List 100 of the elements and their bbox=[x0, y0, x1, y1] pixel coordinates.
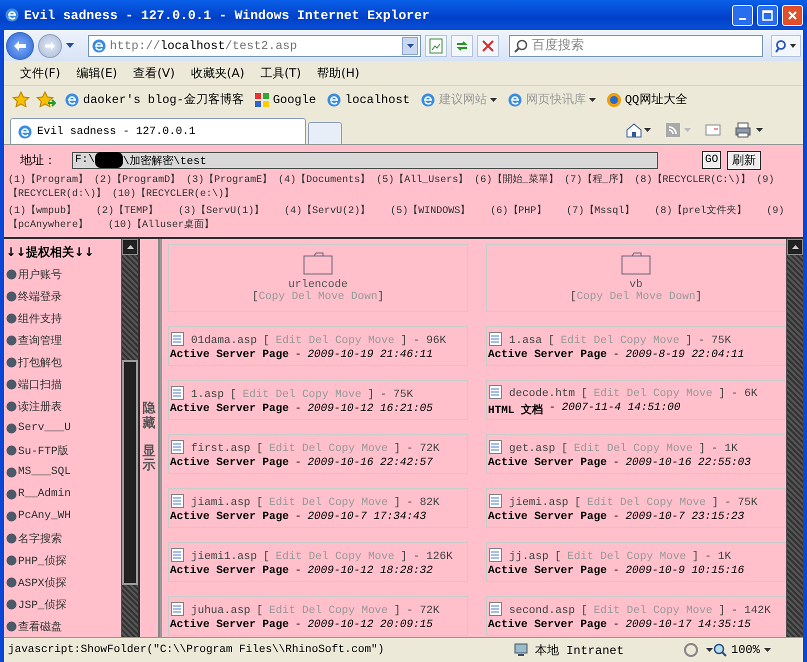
bracket: [ bbox=[581, 605, 588, 617]
scrollbar[interactable] bbox=[786, 239, 803, 637]
link-number: (9) bbox=[756, 175, 774, 186]
sidebar-item[interactable]: PcAny_WH bbox=[6, 505, 121, 527]
menu-item[interactable]: 帮助(H) bbox=[309, 62, 368, 84]
sidebar-item[interactable]: R__Admin bbox=[6, 483, 121, 505]
maximize-button[interactable] bbox=[757, 4, 778, 26]
document-icon bbox=[488, 547, 503, 563]
sidebar-item[interactable]: 终端登录 bbox=[6, 285, 121, 307]
search-field[interactable]: 百度搜索 bbox=[509, 34, 764, 56]
sidebar-item[interactable]: 名字搜索 bbox=[6, 527, 121, 549]
menu-item[interactable]: 编辑(E) bbox=[68, 62, 126, 84]
close-button[interactable] bbox=[782, 4, 803, 26]
scroll-up-button[interactable] bbox=[787, 239, 803, 255]
document-icon bbox=[170, 493, 185, 509]
sidebar-item[interactable]: 端口扫描 bbox=[6, 373, 121, 395]
folder-link[interactable]: 【pcAnywhere】 bbox=[8, 220, 88, 231]
folder-link[interactable]: 【Alluser桌面】 bbox=[132, 220, 214, 231]
sidebar-item[interactable]: MS___SQL bbox=[6, 461, 121, 483]
sidebar-item[interactable]: 查看磁盘 bbox=[6, 615, 121, 637]
folder-name[interactable]: urlencode bbox=[288, 279, 348, 291]
bullet-icon bbox=[6, 532, 17, 544]
browser-tab[interactable]: Evil sadness - 127.0.0.1 bbox=[10, 118, 306, 144]
search-input[interactable]: 百度搜索 bbox=[532, 38, 758, 53]
refresh-button[interactable] bbox=[451, 34, 474, 56]
file-name[interactable]: second.asp bbox=[509, 605, 576, 617]
bracket: [ bbox=[263, 335, 270, 347]
folder-link[interactable]: 【RECYCLER(C:\)】 bbox=[652, 175, 750, 186]
file-name[interactable]: 01dama.asp bbox=[191, 335, 258, 347]
stop-button[interactable] bbox=[477, 34, 500, 56]
file-name[interactable]: jj.asp bbox=[509, 551, 549, 563]
favorite-link[interactable]: Google bbox=[252, 92, 318, 108]
mail-icon[interactable] bbox=[705, 122, 721, 138]
folder-link[interactable]: 【prel文件夹】 bbox=[672, 206, 746, 217]
sidebar-item[interactable]: 组件支持 bbox=[6, 307, 121, 329]
sidebar-item[interactable]: 查询管理 bbox=[6, 329, 121, 351]
file-name[interactable]: first.asp bbox=[191, 443, 250, 455]
address-field[interactable]: http://localhost/test2.asp bbox=[88, 34, 422, 56]
folder-link[interactable]: 【開始_菜單】 bbox=[492, 175, 558, 186]
bracket: ] bbox=[394, 497, 400, 509]
folder-link[interactable]: 【Program】 bbox=[26, 175, 88, 186]
sidebar-item[interactable]: 读注册表 bbox=[6, 395, 121, 417]
file-name[interactable]: 1.asp bbox=[191, 389, 224, 401]
file-name[interactable]: jiami.asp bbox=[191, 497, 250, 509]
folder-link[interactable]: 【Mssql】 bbox=[584, 206, 634, 217]
go-button[interactable]: GO bbox=[702, 151, 722, 169]
folder-name[interactable]: vb bbox=[629, 279, 643, 291]
scrollbar[interactable] bbox=[121, 239, 138, 637]
compatibility-button[interactable] bbox=[425, 34, 448, 56]
folder-link[interactable]: 【wmpub】 bbox=[26, 206, 76, 217]
bracket: ] bbox=[367, 389, 374, 401]
printer-icon[interactable] bbox=[735, 122, 763, 138]
scroll-thumb[interactable] bbox=[122, 360, 138, 585]
sidebar-item[interactable]: Serv___U bbox=[6, 417, 121, 439]
folder-link[interactable]: 【ServU(1)】 bbox=[196, 206, 264, 217]
toggle-link[interactable]: 显示 bbox=[142, 445, 156, 474]
home-icon[interactable] bbox=[625, 122, 651, 138]
add-favorite-icon[interactable] bbox=[36, 90, 56, 108]
file-name[interactable]: jiemi.asp bbox=[509, 497, 568, 509]
sidebar-item[interactable]: 打包解包 bbox=[6, 351, 121, 373]
back-button[interactable] bbox=[6, 32, 34, 60]
folder-link[interactable]: 【WINDOWS】 bbox=[408, 206, 470, 217]
favorite-link[interactable]: localhost bbox=[324, 92, 412, 108]
folder-link[interactable]: 【ProgramD】 bbox=[112, 175, 180, 186]
menu-item[interactable]: 收藏夹(A) bbox=[182, 62, 252, 84]
star-icon[interactable] bbox=[12, 90, 30, 108]
folder-link[interactable]: 【RECYCLER(e:\)】 bbox=[136, 189, 234, 200]
file-name[interactable]: decode.htm bbox=[509, 388, 576, 400]
file-name[interactable]: get.asp bbox=[509, 443, 556, 455]
folder-link[interactable]: 【ProgramE】 bbox=[204, 175, 272, 186]
scroll-up-button[interactable] bbox=[122, 239, 138, 255]
file-name[interactable]: 1.asa bbox=[509, 335, 542, 347]
menu-item[interactable]: 查看(V) bbox=[125, 62, 183, 84]
minimize-button[interactable] bbox=[732, 4, 753, 26]
history-caret-icon[interactable] bbox=[66, 43, 74, 48]
folder-link[interactable]: 【PHP】 bbox=[508, 206, 546, 217]
favorite-link[interactable]: daoker's blog-金刀客博客 bbox=[62, 91, 246, 108]
menu-item[interactable]: 工具(T) bbox=[252, 62, 310, 84]
favorite-link[interactable]: QQ网址大全 bbox=[604, 91, 690, 108]
toggle-link[interactable]: 隐藏 bbox=[142, 402, 156, 431]
folder-link[interactable]: 【All_Users】 bbox=[394, 175, 468, 186]
folder-link[interactable]: 【ServU(2)】 bbox=[302, 206, 370, 217]
dropdown-button[interactable] bbox=[402, 36, 418, 54]
bullet-icon bbox=[6, 268, 17, 280]
sidebar-item[interactable]: 用户账号 bbox=[6, 263, 121, 285]
zoom-control[interactable]: 100% bbox=[713, 643, 803, 657]
folder-link[interactable]: 【Documents】 bbox=[296, 175, 370, 186]
file-name[interactable]: juhua.asp bbox=[191, 605, 250, 617]
folder-link[interactable]: 【RECYCLER(d:\)】 bbox=[8, 189, 106, 200]
file-name[interactable]: jiemi1.asp bbox=[191, 551, 258, 563]
sidebar-item[interactable]: PHP_侦探 bbox=[6, 549, 121, 571]
refresh-button[interactable]: 刷新 bbox=[727, 150, 762, 170]
folder-link[interactable]: 【TEMP】 bbox=[114, 206, 158, 217]
sidebar-item[interactable]: JSP_侦探 bbox=[6, 593, 121, 615]
search-button[interactable] bbox=[771, 34, 802, 56]
path-field[interactable]: F:\ \加密解密\test bbox=[72, 152, 658, 168]
sidebar-item[interactable]: ASPX侦探 bbox=[6, 571, 121, 593]
folder-link[interactable]: 【程_序】 bbox=[582, 175, 628, 186]
menu-item[interactable]: 文件(F) bbox=[12, 62, 68, 84]
sidebar-item[interactable]: Su-FTP版 bbox=[6, 439, 121, 461]
